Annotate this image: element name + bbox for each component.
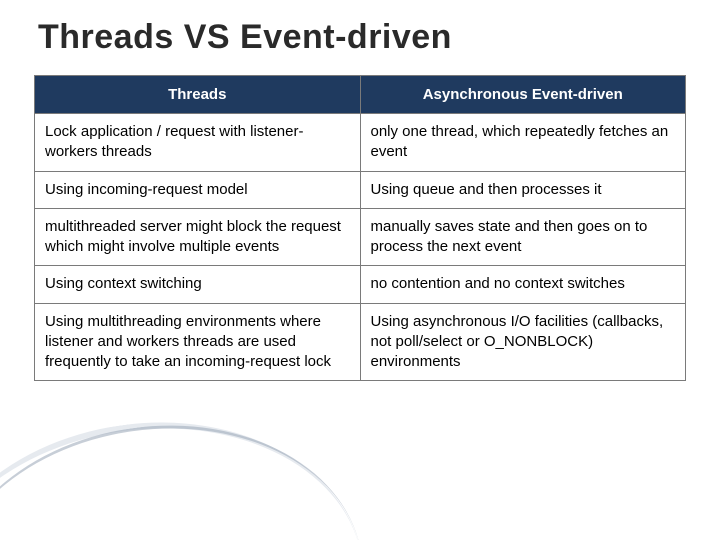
table-row: Lock application / request with listener… (35, 114, 686, 172)
cell-event: only one thread, which repeatedly fetche… (360, 114, 686, 172)
slide: Threads VS Event-driven Threads Asynchro… (0, 0, 720, 540)
table-row: Using multithreading environments where … (35, 303, 686, 381)
cell-event: Using asynchronous I/O facilities (callb… (360, 303, 686, 381)
cell-threads: Using incoming-request model (35, 171, 361, 208)
header-event-driven: Asynchronous Event-driven (360, 76, 686, 114)
decorative-swoosh (0, 399, 376, 540)
cell-event: no contention and no context switches (360, 266, 686, 303)
cell-threads: multithreaded server might block the req… (35, 208, 361, 266)
cell-threads: Using multithreading environments where … (35, 303, 361, 381)
cell-threads: Using context switching (35, 266, 361, 303)
page-title: Threads VS Event-driven (38, 18, 686, 57)
cell-threads: Lock application / request with listener… (35, 114, 361, 172)
table-header-row: Threads Asynchronous Event-driven (35, 76, 686, 114)
header-threads: Threads (35, 76, 361, 114)
table-row: multithreaded server might block the req… (35, 208, 686, 266)
table-row: Using incoming-request model Using queue… (35, 171, 686, 208)
cell-event: Using queue and then processes it (360, 171, 686, 208)
cell-event: manually saves state and then goes on to… (360, 208, 686, 266)
table-row: Using context switching no contention an… (35, 266, 686, 303)
comparison-table: Threads Asynchronous Event-driven Lock a… (34, 75, 686, 381)
decorative-swoosh (0, 395, 377, 540)
